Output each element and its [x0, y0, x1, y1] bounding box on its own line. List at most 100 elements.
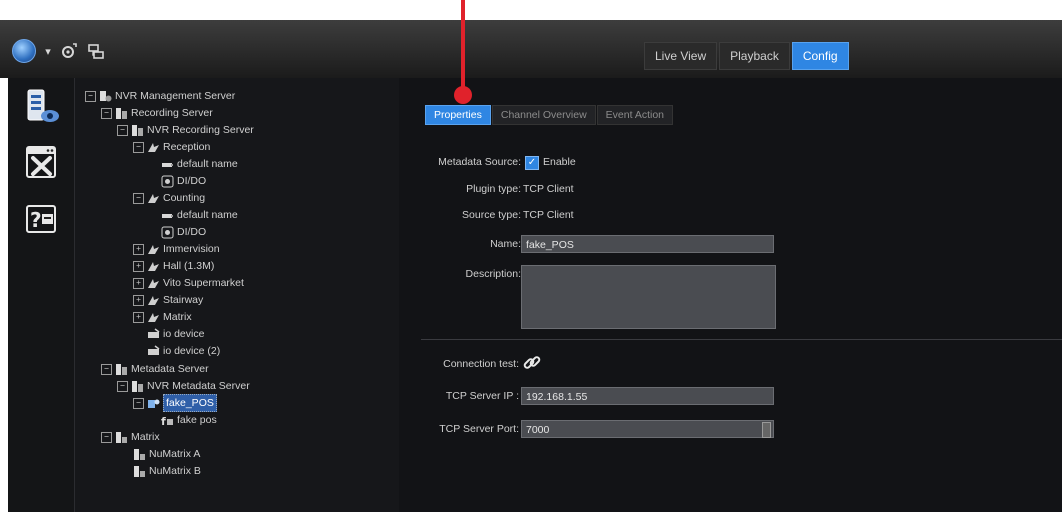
tcp-server-port-value: 7000 [526, 424, 550, 436]
tree-node-label: fake pos [177, 414, 217, 426]
tree-node[interactable]: − Counting [133, 190, 205, 206]
tree-node-label: NVR Metadata Server [147, 380, 250, 392]
callout-pointer-line [461, 0, 465, 95]
tree-node[interactable]: − NVR Management Server [85, 88, 235, 104]
server-icon[interactable] [24, 88, 60, 126]
tree-expander[interactable]: + [133, 311, 144, 323]
tree-node-label: Vito Supermarket [163, 277, 244, 289]
tree-node-label: default name [177, 158, 238, 170]
app-window: ▾ Live View Playback Config ? − NVR Mana… [0, 0, 1062, 512]
tree-expander[interactable]: + [133, 243, 144, 255]
tcp-server-port-input[interactable]: 7000 [521, 420, 774, 438]
camera-group-icon [148, 244, 159, 254]
dido-icon [161, 175, 174, 187]
chevron-down-icon[interactable]: ▾ [42, 45, 54, 58]
left-icon-column: ? [8, 78, 74, 512]
tab-playback[interactable]: Playback [719, 42, 790, 70]
source-type-value: TCP Client [523, 209, 574, 221]
tree-expander[interactable]: + [133, 260, 144, 272]
enable-checkbox[interactable]: ✓ [525, 156, 539, 170]
top-toolbar [0, 20, 1062, 78]
tree-node[interactable]: − Metadata Server [101, 361, 209, 377]
camera-group-icon [148, 295, 159, 305]
tab-live-view[interactable]: Live View [644, 42, 718, 70]
link-icon[interactable] [521, 352, 543, 374]
name-input[interactable]: fake_POS [521, 235, 774, 253]
tree-node[interactable]: − Recording Server [101, 105, 213, 121]
tree-node-label: NVR Recording Server [147, 124, 254, 136]
help-icon[interactable]: ? [24, 200, 60, 238]
camera-group-icon [148, 142, 159, 152]
tree-node[interactable]: DI/DO [161, 224, 206, 240]
tree-expander[interactable]: − [85, 90, 96, 102]
description-textarea[interactable] [521, 265, 776, 329]
tree-node[interactable]: + Vito Supermarket [133, 275, 244, 291]
tab-properties[interactable]: Properties [425, 105, 491, 125]
tree-node[interactable]: NuMatrix A [133, 446, 200, 462]
globe-icon[interactable] [12, 39, 36, 63]
section-divider [421, 339, 1062, 340]
matrix-icon [116, 431, 127, 443]
tree-expander[interactable]: − [133, 192, 144, 204]
tree-node[interactable]: f fake pos [161, 412, 217, 428]
tree-expander[interactable]: − [101, 363, 112, 375]
recording-server-icon [116, 107, 127, 119]
tcp-server-ip-label: TCP Server IP : [445, 390, 519, 402]
tree-node-label: Matrix [131, 431, 160, 443]
tree-expander[interactable]: − [117, 124, 128, 136]
dido-icon [161, 226, 174, 238]
matrix-icon [134, 465, 145, 477]
tree-node[interactable]: DI/DO [161, 173, 206, 189]
tree-node[interactable]: − Reception [133, 139, 210, 155]
tree-node-label: Counting [163, 192, 206, 204]
tree-node[interactable]: + Stairway [133, 292, 203, 308]
settings-sync-icon[interactable] [60, 41, 80, 61]
tree-node[interactable]: − NVR Metadata Server [117, 378, 250, 394]
tree-node[interactable]: NuMatrix B [133, 463, 201, 479]
recording-server-icon [132, 124, 143, 136]
plugin-type-label: Plugin type: [466, 183, 521, 195]
tab-channel-overview[interactable]: Channel Overview [491, 105, 596, 125]
connection-test-label: Connection test: [443, 358, 519, 370]
io-device-icon [148, 327, 160, 338]
tree-node[interactable]: default name [161, 207, 238, 223]
tree-node[interactable]: default name [161, 156, 238, 172]
tab-config[interactable]: Config [791, 42, 849, 70]
tree-node-selected[interactable]: − fake_POS [133, 394, 217, 412]
tree-expander[interactable]: − [117, 380, 128, 392]
plugin-type-value: TCP Client [523, 183, 574, 195]
tree-node-label: fake_POS [163, 394, 217, 412]
metadata-server-icon [132, 380, 143, 392]
tree-expander[interactable]: − [101, 431, 112, 443]
tree-node-label: DI/DO [177, 226, 207, 238]
tree-expander[interactable]: + [133, 277, 144, 289]
svg-text:?: ? [30, 208, 42, 232]
tree-expander[interactable]: − [133, 397, 144, 409]
tree-expander[interactable]: − [133, 141, 144, 153]
tools-icon[interactable] [24, 144, 60, 182]
tree-node[interactable]: + Immervision [133, 241, 220, 257]
tcp-server-ip-input[interactable]: 192.168.1.55 [521, 387, 774, 405]
tree-node-label: Reception [163, 141, 211, 153]
tree-expander[interactable]: + [133, 294, 144, 306]
port-spinner[interactable] [762, 422, 771, 438]
tree-node[interactable]: − Matrix [101, 429, 160, 445]
camera-icon [162, 213, 173, 218]
name-label: Name: [490, 238, 521, 250]
tree-node[interactable]: + Hall (1.3M) [133, 258, 214, 274]
tree-node[interactable]: − NVR Recording Server [117, 122, 254, 138]
properties-panel: Properties Channel Overview Event Action… [399, 78, 1062, 512]
tree-expander[interactable]: − [101, 107, 112, 119]
tree-node[interactable]: + Matrix [133, 309, 192, 325]
tree-node-label: DI/DO [177, 175, 207, 187]
tree-node-label: NuMatrix A [149, 448, 201, 460]
camera-group-icon [148, 312, 159, 322]
tree-node-label: default name [177, 209, 238, 221]
tree-node[interactable]: io device [147, 326, 204, 342]
tree-node-label: NVR Management Server [115, 90, 236, 102]
plugin-icon: f [161, 415, 173, 427]
tab-event-action[interactable]: Event Action [596, 105, 674, 125]
link-device-icon[interactable] [86, 41, 106, 61]
description-label: Description: [465, 268, 521, 280]
tree-node[interactable]: io device (2) [147, 343, 220, 359]
